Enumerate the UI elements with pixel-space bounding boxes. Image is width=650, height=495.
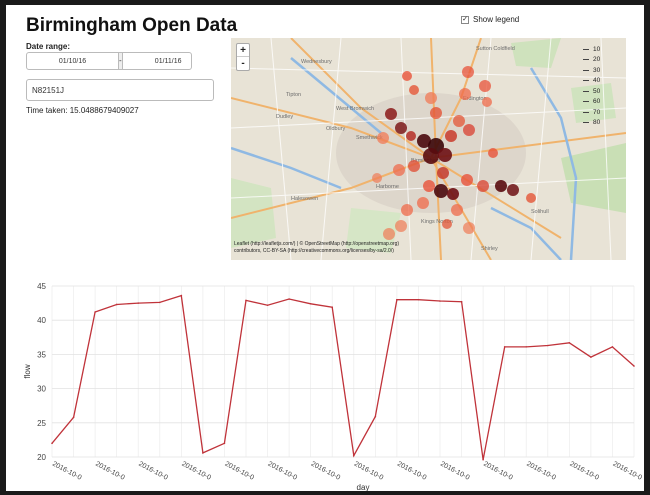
x-tick-label: 2016-10-0	[525, 461, 557, 482]
flow-point	[266, 304, 269, 306]
legend-item: 80	[583, 118, 621, 129]
flow-point	[439, 300, 441, 302]
flow-point	[94, 311, 96, 313]
map-label-solihull: Solihull	[531, 209, 549, 215]
x-tick-label: 2016-10-0	[267, 461, 299, 482]
flow-point	[590, 356, 592, 358]
flow-point	[309, 302, 312, 305]
flow-point	[72, 416, 75, 419]
y-tick-label: 35	[37, 350, 46, 359]
x-tick-label: 2016-10-0	[180, 461, 212, 482]
map-label-tipton: Tipton	[286, 92, 301, 98]
flow-point	[288, 298, 290, 300]
flow-point	[396, 298, 398, 301]
flow-point	[245, 299, 247, 302]
flow-point	[352, 454, 355, 457]
map-label-wednesbury: Wednesbury	[301, 59, 332, 65]
flow-point	[223, 442, 226, 445]
flow-point	[482, 458, 484, 461]
date-range-label: Date range:	[26, 42, 71, 51]
date-start-input[interactable]	[27, 53, 118, 69]
zoom-in-button[interactable]: +	[237, 44, 249, 57]
legend-item: 40	[583, 76, 621, 87]
flow-point	[611, 346, 614, 348]
x-tick-label: 2016-10-0	[224, 461, 256, 482]
map-label-oldbury: Oldbury	[326, 126, 346, 132]
x-tick-label: 2016-10-0	[51, 461, 83, 482]
legend-item: 20	[583, 55, 621, 66]
y-tick-label: 30	[37, 385, 46, 394]
map-label-sutton-coldfield: Sutton Coldfield	[476, 46, 515, 52]
map-label-halesowen: Halesowen	[291, 196, 318, 202]
map-tiles: Wednesbury Tipton Dudley West Bromwich O…	[231, 38, 626, 260]
flow-point	[525, 346, 528, 348]
x-tick-label: 2016-10-0	[439, 461, 471, 482]
map-legend: 10 20 30 40 50 60 70 80	[583, 44, 621, 134]
x-tick-label: 2016-10-0	[612, 461, 644, 482]
sensor-id-input[interactable]	[26, 79, 214, 101]
page-title: Birmingham Open Data	[26, 15, 238, 36]
y-tick-label: 40	[37, 316, 46, 325]
flow-point	[331, 306, 334, 309]
x-tick-label: 2016-10-0	[353, 461, 385, 482]
x-axis-label: day	[357, 483, 370, 491]
show-legend-toggle[interactable]: ✓ Show legend	[461, 15, 519, 24]
flow-point	[115, 303, 118, 306]
x-tick-label: 2016-10-0	[137, 461, 169, 482]
flow-point	[158, 301, 161, 304]
flow-point	[546, 344, 549, 347]
flow-point	[568, 341, 571, 344]
flow-point	[51, 442, 53, 445]
show-legend-label: Show legend	[473, 15, 520, 24]
flow-point	[503, 346, 506, 348]
map-label-harborne: Harborne	[376, 184, 399, 190]
flow-point	[180, 294, 183, 297]
map-label-dudley: Dudley	[276, 114, 293, 120]
legend-item: 50	[583, 86, 621, 97]
map-attribution[interactable]: Leaflet (http://leafletjs.com/) | © Open…	[234, 241, 464, 255]
y-axis-label: flow	[23, 364, 32, 378]
time-taken-text: Time taken: 15.0488679409027	[26, 106, 139, 115]
flow-point	[374, 415, 377, 418]
flow-chart: 20 25 30 35 40 45 flow 2016-10-0 2016-10-0 2016-1…	[23, 282, 644, 491]
flow-point	[137, 302, 140, 304]
y-tick-label: 20	[37, 453, 46, 462]
legend-item: 60	[583, 97, 621, 108]
flow-point	[417, 298, 420, 301]
x-tick-label: 2016-10-0	[568, 461, 600, 482]
map-label-shirley: Shirley	[481, 246, 498, 252]
x-tick-label: 2016-10-0	[94, 461, 126, 482]
app-frame: Birmingham Open Data Date range: - Time …	[6, 5, 644, 491]
date-end-input[interactable]	[122, 53, 214, 69]
legend-item: 70	[583, 107, 621, 118]
map-label-west-bromwich: West Bromwich	[336, 106, 374, 112]
y-tick-label: 45	[37, 282, 46, 291]
x-tick-label: 2016-10-0	[396, 461, 428, 482]
zoom-out-button[interactable]: -	[237, 57, 249, 70]
date-range-picker: -	[26, 52, 214, 70]
show-legend-checkbox[interactable]: ✓	[461, 15, 469, 24]
x-tick-label: 2016-10-0	[310, 461, 342, 482]
flow-point	[202, 452, 204, 454]
flow-point	[633, 365, 635, 367]
flow-point	[460, 300, 463, 303]
map-view[interactable]: Wednesbury Tipton Dudley West Bromwich O…	[231, 38, 626, 260]
legend-item: 30	[583, 65, 621, 76]
legend-item: 10	[583, 44, 621, 55]
x-tick-label: 2016-10-0	[482, 461, 514, 482]
zoom-control: + -	[236, 43, 250, 71]
y-tick-label: 25	[37, 419, 46, 428]
